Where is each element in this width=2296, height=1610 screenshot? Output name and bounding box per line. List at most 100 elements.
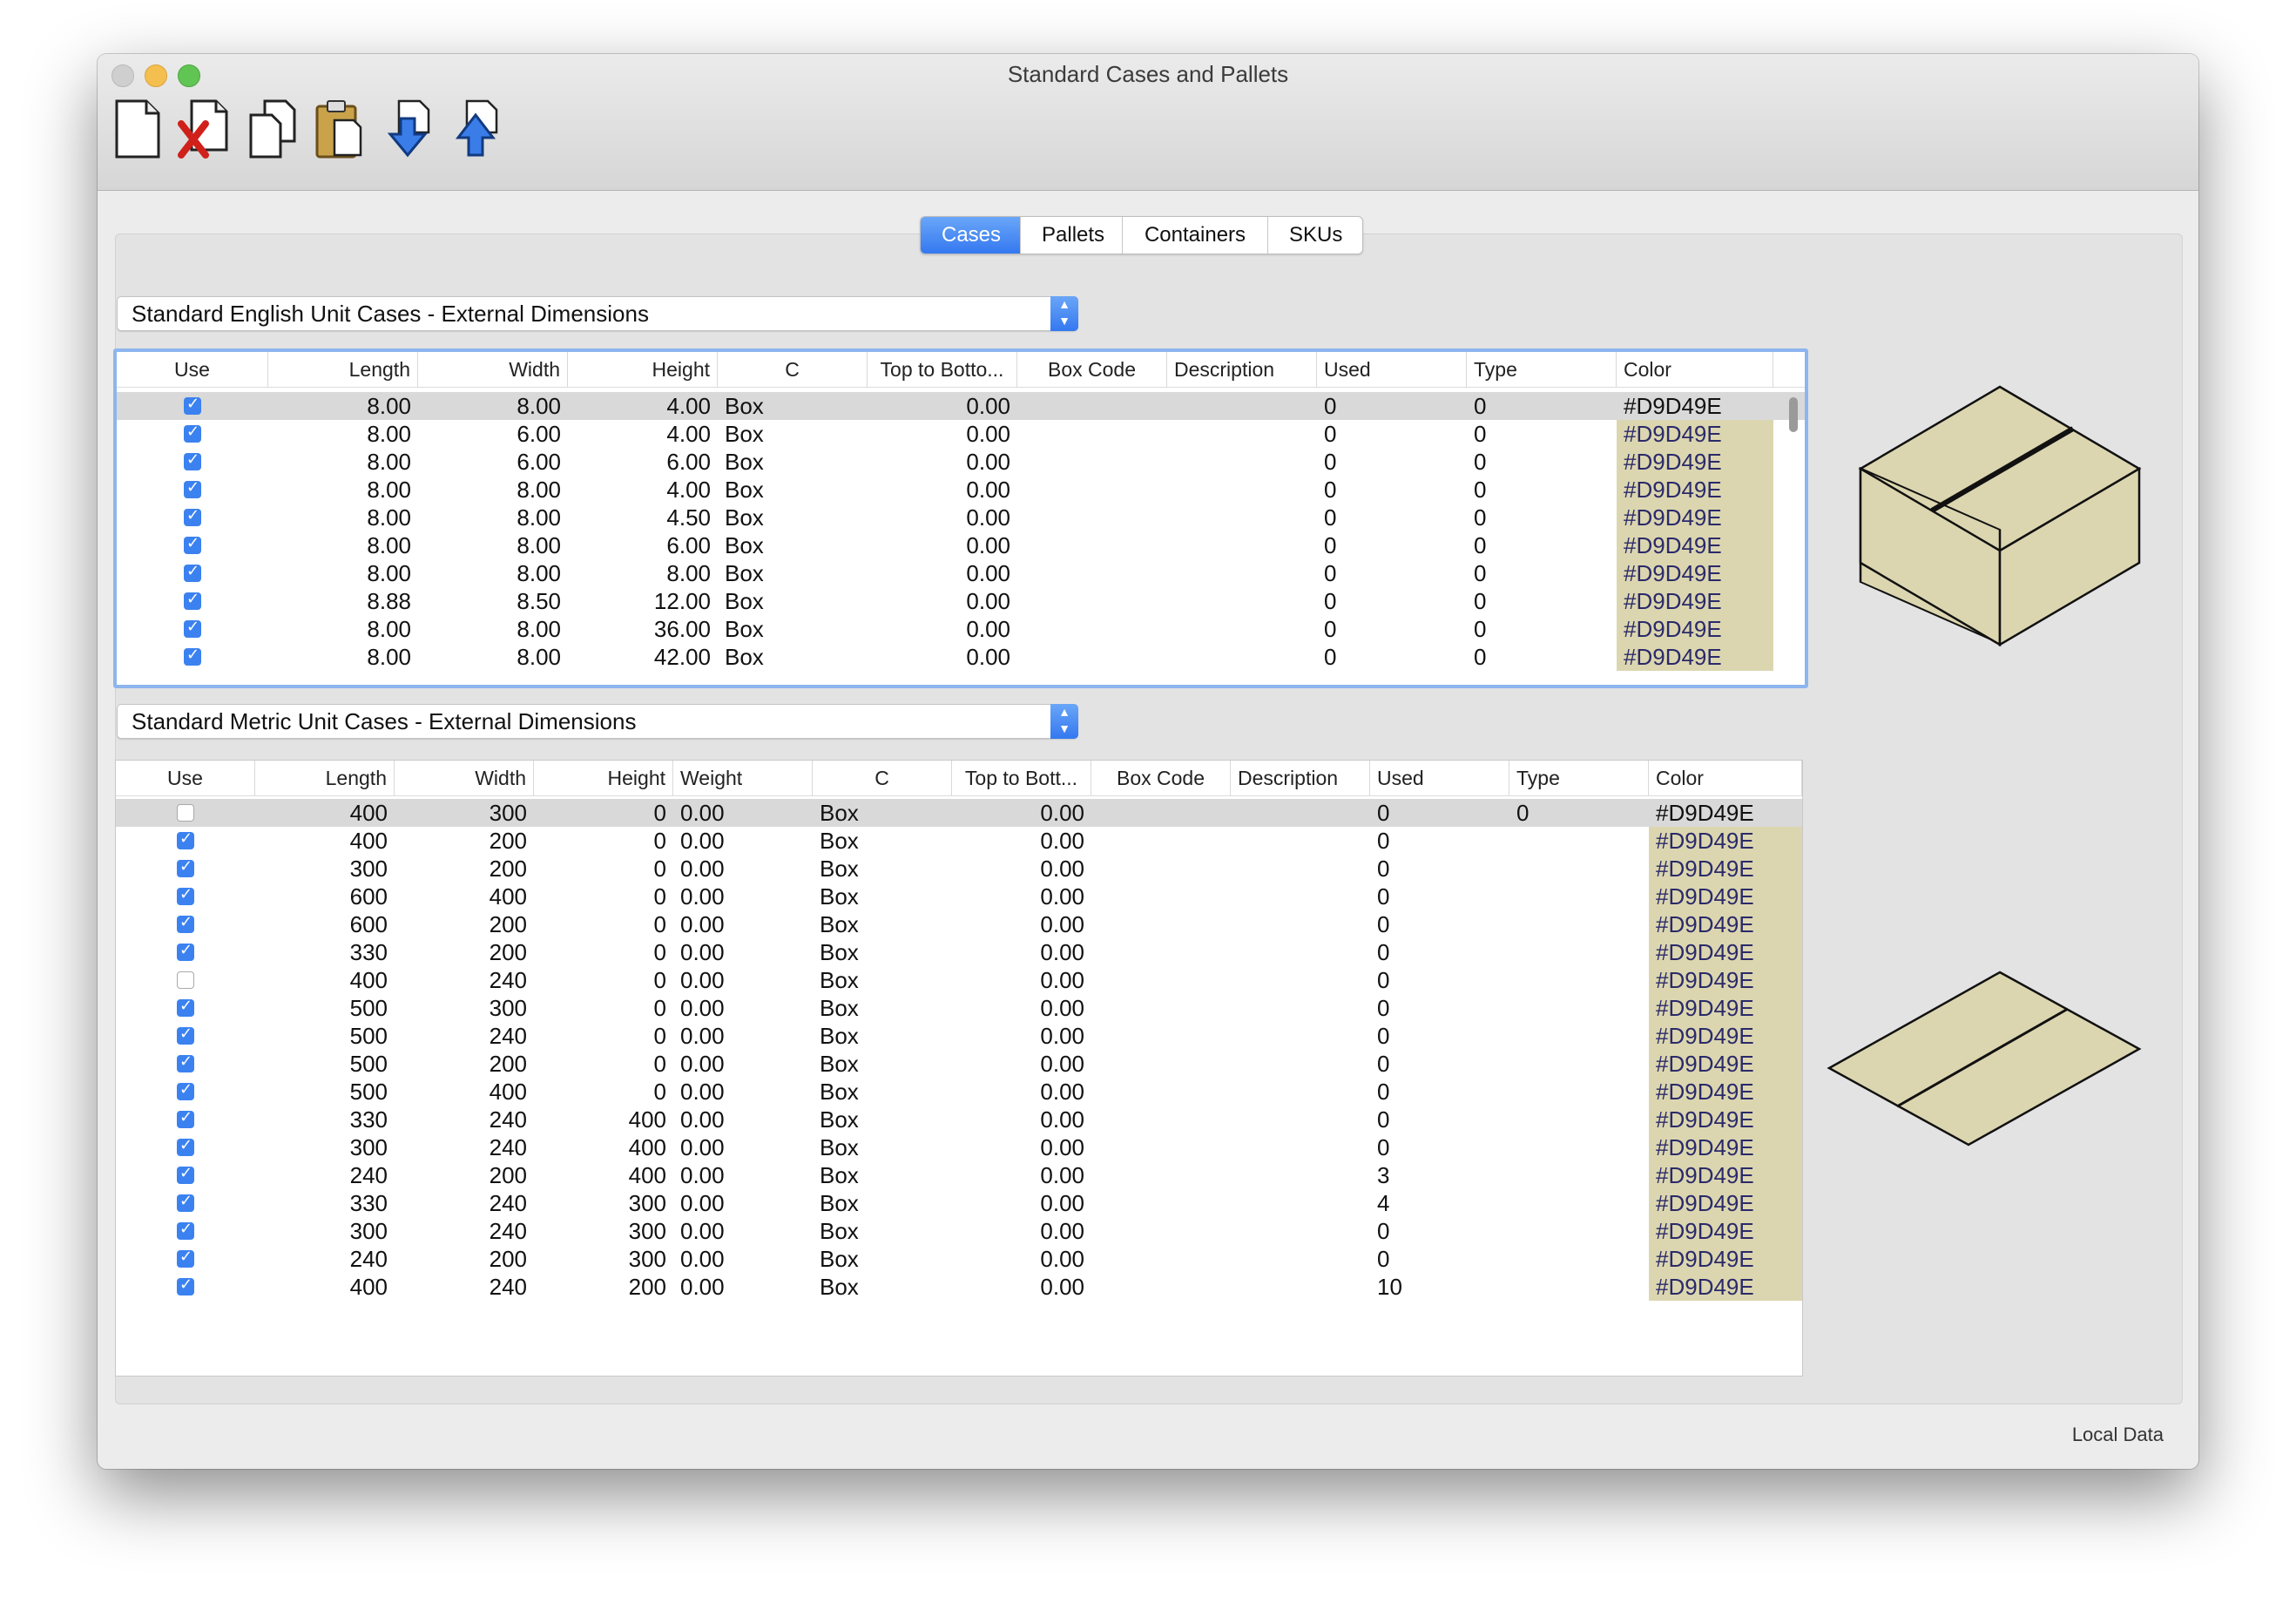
cell-height: 6.00: [666, 449, 711, 475]
column-header-description[interactable]: Description: [1231, 761, 1370, 795]
paste-button[interactable]: [310, 98, 369, 160]
table-row[interactable]: 300 240 400 0.00 Box 0.00 0 #D9D49E: [116, 1133, 1802, 1161]
column-header-use[interactable]: Use: [116, 761, 255, 795]
column-header-c[interactable]: C: [813, 761, 952, 795]
table-row[interactable]: 600 200 0 0.00 Box 0.00 0 #D9D49E: [116, 910, 1802, 938]
table-row[interactable]: 240 200 300 0.00 Box 0.00 0 #D9D49E: [116, 1245, 1802, 1273]
table-row[interactable]: 8.00 8.00 4.50 Box 0.00 0 0 #D9D49E: [117, 504, 1805, 531]
english-cases-table[interactable]: Use Length Width Height C Top to Botto... Box …: [113, 348, 1808, 688]
use-checkbox[interactable]: [184, 506, 201, 526]
column-header-box_code[interactable]: Box Code: [1091, 761, 1231, 795]
table-row[interactable]: 500 240 0 0.00 Box 0.00 0 #D9D49E: [116, 1022, 1802, 1050]
vertical-scrollbar[interactable]: [1787, 394, 1800, 685]
new-document-button[interactable]: [110, 98, 169, 160]
table-row[interactable]: 330 200 0 0.00 Box 0.00 0 #D9D49E: [116, 938, 1802, 966]
import-button[interactable]: [380, 98, 439, 160]
use-checkbox[interactable]: [177, 1220, 194, 1240]
tab-pallets[interactable]: Pallets: [1021, 217, 1123, 254]
table-row[interactable]: 8.00 8.00 8.00 Box 0.00 0 0 #D9D49E: [117, 559, 1805, 587]
column-header-used[interactable]: Used: [1370, 761, 1509, 795]
table-row[interactable]: 330 240 400 0.00 Box 0.00 0 #D9D49E: [116, 1106, 1802, 1133]
use-checkbox[interactable]: [184, 534, 201, 554]
column-header-use[interactable]: Use: [117, 352, 268, 387]
tab-cases[interactable]: Cases: [921, 217, 1021, 254]
metric-cases-table[interactable]: Use Length Width Height Weight C Top to Bott..…: [115, 760, 1803, 1377]
table-row[interactable]: 8.00 8.00 4.00 Box 0.00 0 0 #D9D49E: [117, 392, 1805, 420]
cell-c: Box: [725, 393, 764, 419]
use-checkbox[interactable]: [177, 1052, 194, 1072]
use-checkbox[interactable]: [177, 1164, 194, 1184]
table-row[interactable]: 240 200 400 0.00 Box 0.00 3 #D9D49E: [116, 1161, 1802, 1189]
table-row[interactable]: 400 240 200 0.00 Box 0.00 10 #D9D49E: [116, 1273, 1802, 1301]
use-checkbox[interactable]: [177, 1248, 194, 1268]
scrollbar-thumb[interactable]: [1789, 397, 1798, 432]
use-checkbox[interactable]: [177, 885, 194, 905]
column-header-height[interactable]: Height: [534, 761, 673, 795]
table-row[interactable]: 400 200 0 0.00 Box 0.00 0 #D9D49E: [116, 827, 1802, 855]
table-row[interactable]: 400 300 0 0.00 Box 0.00 0 0 #D9D49E: [116, 799, 1802, 827]
table-row[interactable]: 8.00 6.00 6.00 Box 0.00 0 0 #D9D49E: [117, 448, 1805, 476]
column-header-weight[interactable]: Weight: [673, 761, 813, 795]
use-checkbox[interactable]: [184, 423, 201, 443]
use-checkbox[interactable]: [177, 913, 194, 933]
table-row[interactable]: 300 240 300 0.00 Box 0.00 0 #D9D49E: [116, 1217, 1802, 1245]
table-row[interactable]: 8.88 8.50 12.00 Box 0.00 0 0 #D9D49E: [117, 587, 1805, 615]
column-header-top[interactable]: Top to Bott...: [952, 761, 1091, 795]
use-checkbox[interactable]: [184, 395, 201, 415]
tab-skus[interactable]: SKUs: [1268, 217, 1362, 254]
table-row[interactable]: 8.00 8.00 4.00 Box 0.00 0 0 #D9D49E: [117, 476, 1805, 504]
column-header-length[interactable]: Length: [268, 352, 418, 387]
cell-type: 0: [1474, 644, 1487, 670]
table-row[interactable]: 300 200 0 0.00 Box 0.00 0 #D9D49E: [116, 855, 1802, 883]
use-checkbox[interactable]: [177, 941, 194, 961]
use-checkbox[interactable]: [177, 1192, 194, 1212]
use-checkbox[interactable]: [184, 450, 201, 470]
table-row[interactable]: 500 400 0 0.00 Box 0.00 0 #D9D49E: [116, 1078, 1802, 1106]
cell-width: 400: [489, 1079, 527, 1105]
use-checkbox[interactable]: [184, 618, 201, 638]
use-checkbox[interactable]: [177, 804, 194, 822]
column-header-box_code[interactable]: Box Code: [1017, 352, 1167, 387]
column-header-type[interactable]: Type: [1467, 352, 1617, 387]
use-checkbox[interactable]: [177, 1080, 194, 1100]
use-checkbox[interactable]: [177, 971, 194, 989]
english-cases-select[interactable]: Standard English Unit Cases - External D…: [117, 296, 1078, 331]
table-row[interactable]: 600 400 0 0.00 Box 0.00 0 #D9D49E: [116, 883, 1802, 910]
metric-cases-select[interactable]: Standard Metric Unit Cases - External Di…: [117, 704, 1078, 739]
column-header-top[interactable]: Top to Botto...: [868, 352, 1017, 387]
column-header-type[interactable]: Type: [1509, 761, 1649, 795]
tab-containers[interactable]: Containers: [1123, 217, 1268, 254]
column-header-width[interactable]: Width: [418, 352, 568, 387]
table-row[interactable]: 8.00 8.00 36.00 Box 0.00 0 0 #D9D49E: [117, 615, 1805, 643]
column-header-used[interactable]: Used: [1317, 352, 1467, 387]
column-header-length[interactable]: Length: [255, 761, 395, 795]
use-checkbox[interactable]: [177, 1275, 194, 1295]
column-header-description[interactable]: Description: [1167, 352, 1317, 387]
use-checkbox[interactable]: [184, 562, 201, 582]
column-header-color[interactable]: Color: [1617, 352, 1773, 387]
use-checkbox[interactable]: [177, 1025, 194, 1045]
table-row[interactable]: 8.00 8.00 6.00 Box 0.00 0 0 #D9D49E: [117, 531, 1805, 559]
use-checkbox[interactable]: [177, 1108, 194, 1128]
use-checkbox[interactable]: [177, 1136, 194, 1156]
cell-width: 240: [489, 1190, 527, 1216]
export-button[interactable]: [448, 98, 507, 160]
column-header-c[interactable]: C: [718, 352, 868, 387]
use-checkbox[interactable]: [184, 590, 201, 610]
table-row[interactable]: 8.00 6.00 4.00 Box 0.00 0 0 #D9D49E: [117, 420, 1805, 448]
column-header-width[interactable]: Width: [395, 761, 534, 795]
column-header-color[interactable]: Color: [1649, 761, 1802, 795]
use-checkbox[interactable]: [177, 829, 194, 849]
use-checkbox[interactable]: [177, 857, 194, 877]
use-checkbox[interactable]: [184, 478, 201, 498]
table-row[interactable]: 400 240 0 0.00 Box 0.00 0 #D9D49E: [116, 966, 1802, 994]
use-checkbox[interactable]: [184, 646, 201, 666]
copy-button[interactable]: [244, 98, 303, 160]
delete-document-button[interactable]: [176, 98, 235, 160]
table-row[interactable]: 500 300 0 0.00 Box 0.00 0 #D9D49E: [116, 994, 1802, 1022]
use-checkbox[interactable]: [177, 997, 194, 1017]
column-header-height[interactable]: Height: [568, 352, 718, 387]
table-row[interactable]: 330 240 300 0.00 Box 0.00 4 #D9D49E: [116, 1189, 1802, 1217]
table-row[interactable]: 500 200 0 0.00 Box 0.00 0 #D9D49E: [116, 1050, 1802, 1078]
table-row[interactable]: 8.00 8.00 42.00 Box 0.00 0 0 #D9D49E: [117, 643, 1805, 671]
